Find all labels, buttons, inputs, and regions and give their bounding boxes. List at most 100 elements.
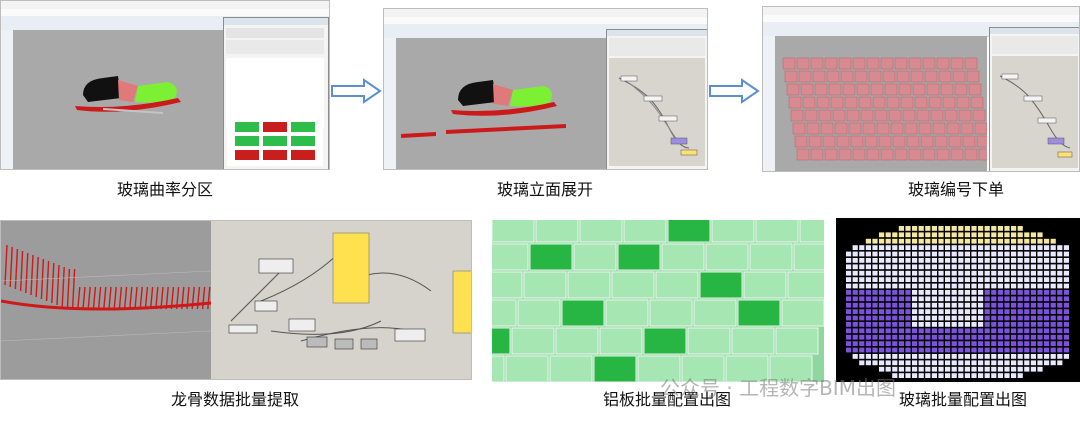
glass-cell (964, 366, 970, 372)
glass-cell (971, 251, 977, 257)
glass-cell (1063, 328, 1069, 334)
glass-cell (984, 264, 990, 270)
glass-panel (954, 83, 968, 96)
glass-cell (872, 328, 878, 334)
glass-cell (938, 258, 944, 263)
keel-fin (123, 286, 128, 310)
glass-cell (918, 328, 924, 334)
glass-cell (978, 354, 984, 359)
glass-cell (1011, 232, 1017, 238)
glass-cell (1057, 347, 1063, 353)
glass-panel (936, 148, 950, 161)
glass-cell (1063, 315, 1069, 321)
glass-cell (918, 232, 924, 238)
aluminum-tile (505, 355, 549, 382)
rhino-perspective-viewport[interactable] (1, 221, 212, 379)
glass-cell (1030, 347, 1036, 353)
glass-cell (997, 238, 1003, 244)
glass-cell (964, 238, 970, 244)
glass-cell (938, 264, 944, 270)
glass-cell (1017, 347, 1023, 353)
glass-cell (931, 270, 937, 276)
glass-cell (997, 302, 1003, 308)
rhino-viewport[interactable] (13, 30, 223, 169)
glass-cell (879, 270, 885, 276)
glass-panel (894, 148, 908, 161)
grasshopper-window[interactable] (989, 27, 1079, 171)
rhino-viewport[interactable] (396, 38, 606, 169)
glass-cell (905, 258, 911, 263)
glass-panel (796, 57, 810, 70)
glass-cell (879, 232, 885, 238)
glass-cell (1037, 341, 1043, 346)
glass-cell (1004, 302, 1010, 308)
plugin-window[interactable] (223, 17, 329, 169)
glass-cell (1037, 354, 1043, 359)
glass-cell (912, 258, 918, 263)
glass-cell (879, 264, 885, 270)
aluminum-tile (711, 220, 755, 243)
glass-cell (859, 334, 865, 340)
glass-cell (991, 296, 997, 302)
glass-cell (879, 334, 885, 340)
glass-panel (868, 70, 882, 83)
glass-cell (885, 258, 891, 263)
glass-cell (852, 322, 858, 327)
glass-panel (790, 109, 804, 122)
glass-cell (898, 309, 904, 314)
glass-cell (872, 315, 878, 321)
glass-cell (885, 309, 891, 314)
glass-panel (786, 83, 800, 96)
glass-cell (879, 283, 885, 289)
aluminum-tile (699, 271, 743, 299)
glass-cell (984, 366, 990, 372)
glass-cell (951, 354, 957, 359)
grasshopper-canvas[interactable] (609, 58, 705, 166)
right-arrow-icon (331, 78, 382, 104)
grasshopper-window[interactable] (606, 29, 707, 169)
glass-cell (991, 354, 997, 359)
glass-cell (931, 341, 937, 346)
aluminum-tile (731, 327, 775, 355)
glass-cell (958, 283, 964, 289)
glass-panel (840, 70, 854, 83)
panel-aluminum-layout (492, 220, 824, 382)
glass-cell (964, 373, 970, 378)
keel-fin (71, 268, 76, 310)
glass-cell (846, 290, 852, 295)
glass-cell (984, 347, 990, 353)
glass-cell (1004, 277, 1010, 282)
glass-cell (971, 238, 977, 244)
glass-cell (1011, 296, 1017, 302)
glass-cell (984, 251, 990, 257)
glass-cell (938, 251, 944, 257)
glass-cell (872, 360, 878, 366)
grasshopper-canvas[interactable] (211, 221, 471, 379)
keel-fin (129, 286, 133, 310)
glass-cell (1057, 328, 1063, 334)
glass-cell (905, 226, 911, 231)
glass-cell (846, 264, 852, 270)
glass-cell (1004, 315, 1010, 321)
rhino-viewport[interactable] (775, 36, 992, 171)
glass-panel (916, 109, 930, 122)
glass-cell (912, 334, 918, 340)
glass-cell (1011, 264, 1017, 270)
glass-cell (1037, 264, 1043, 270)
glass-cell (898, 232, 904, 238)
glass-panel (842, 83, 856, 96)
glass-cell (971, 302, 977, 308)
glass-cell (958, 258, 964, 263)
glass-cell (1037, 366, 1043, 372)
glass-cell (931, 366, 937, 372)
glass-cell (938, 322, 944, 327)
glass-cell (1044, 347, 1050, 353)
glass-cell (938, 232, 944, 238)
glass-cell (938, 334, 944, 340)
grasshopper-canvas[interactable] (992, 56, 1078, 168)
glass-cell (852, 264, 858, 270)
glass-cell (885, 290, 891, 295)
glass-cell (925, 226, 931, 231)
glass-cell (938, 277, 944, 282)
glass-cell (1004, 334, 1010, 340)
